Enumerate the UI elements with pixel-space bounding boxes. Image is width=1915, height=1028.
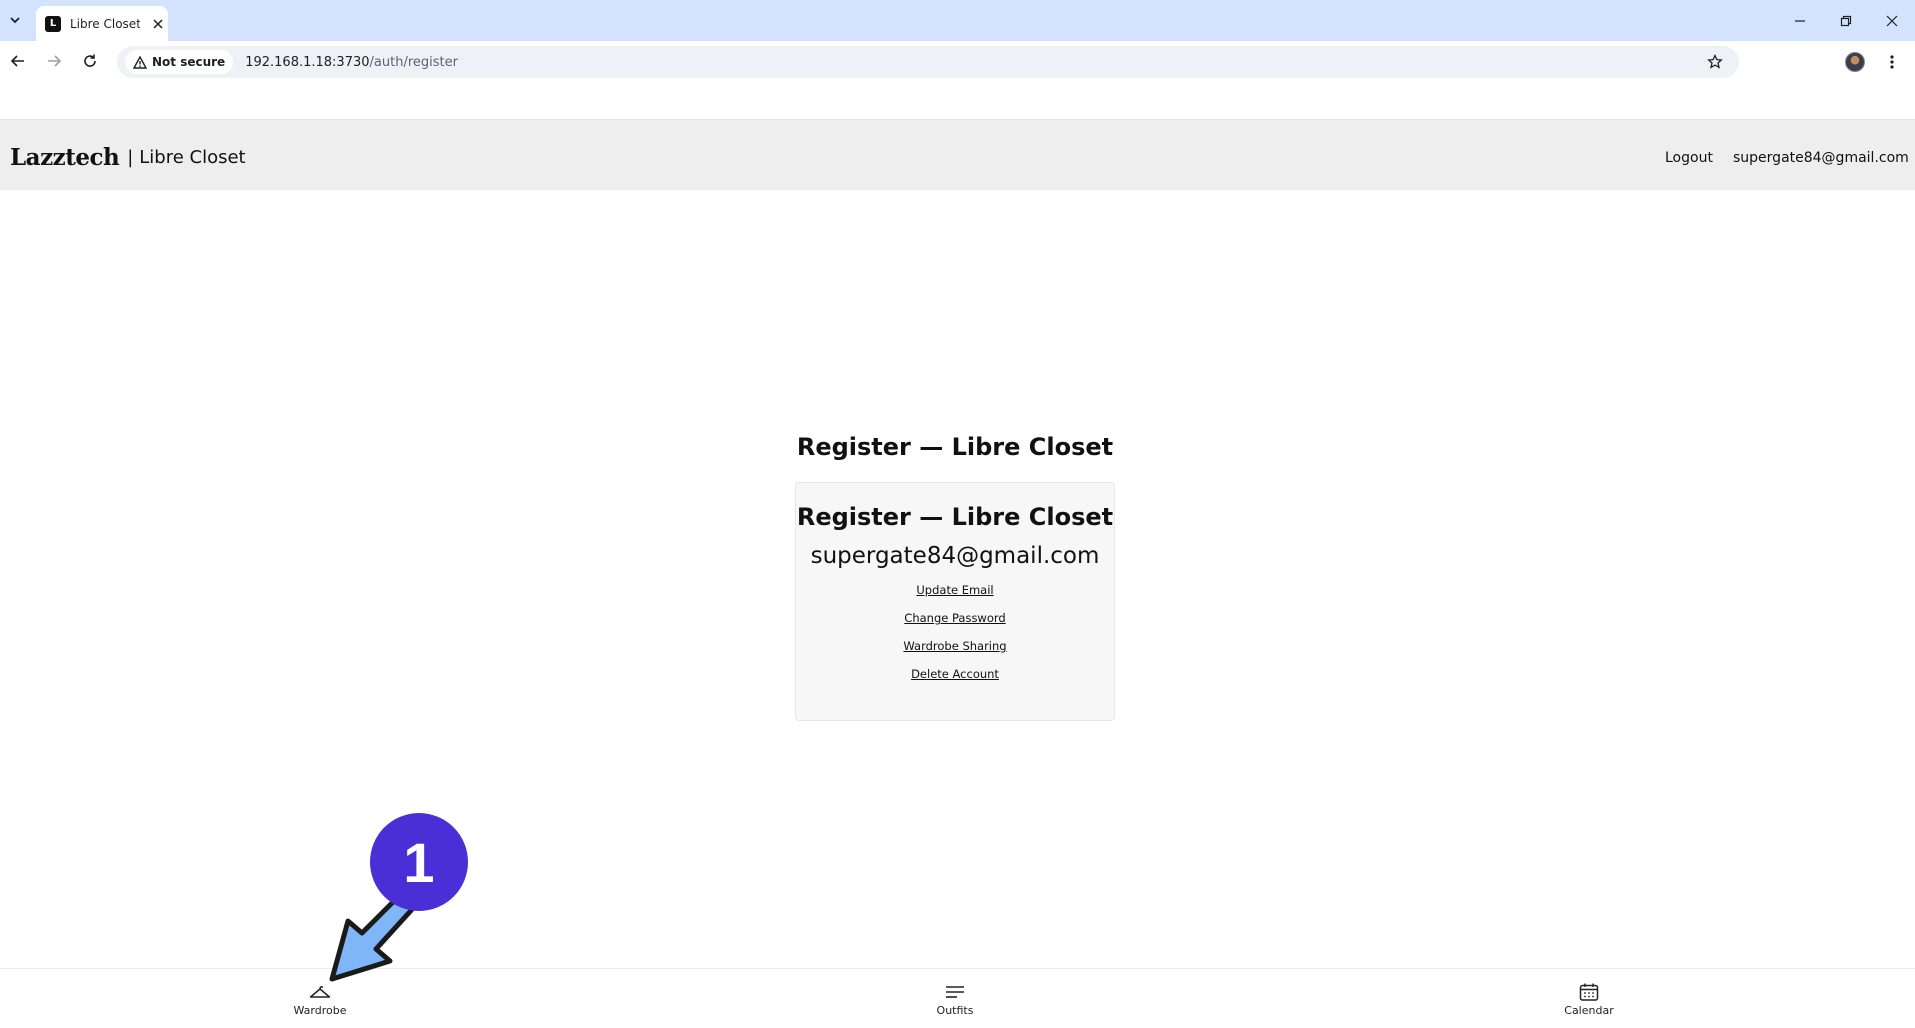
calendar-icon: [1579, 983, 1599, 1001]
nav-wardrobe[interactable]: Wardrobe: [275, 983, 365, 1017]
card-email: supergate84@gmail.com: [810, 543, 1100, 569]
logout-link[interactable]: Logout: [1665, 150, 1713, 166]
browser-menu-icon[interactable]: [1880, 49, 1904, 75]
app-header: Lazztech | Libre Closet: [0, 120, 1915, 190]
account-card: Register — Libre Closet supergate84@gmai…: [795, 482, 1115, 721]
address-bar[interactable]: Not secure 192.168.1.18:3730/auth/regist…: [117, 46, 1739, 78]
nav-calendar-label: Calendar: [1564, 1004, 1614, 1017]
brand-name: Libre Closet: [139, 147, 246, 168]
bookmark-star-icon[interactable]: [1705, 52, 1725, 72]
close-window-icon[interactable]: [1869, 0, 1915, 41]
tab-favicon-icon: L: [45, 15, 61, 32]
brand[interactable]: Lazztech | Libre Closet: [10, 144, 246, 171]
delete-account-link[interactable]: Delete Account: [796, 667, 1114, 681]
url-path: /auth/register: [369, 54, 458, 70]
wardrobe-sharing-link[interactable]: Wardrobe Sharing: [796, 639, 1114, 653]
browser-tabstrip: L Libre Closet: [0, 0, 1915, 41]
tab-close-icon[interactable]: [150, 16, 166, 32]
change-password-link[interactable]: Change Password: [796, 611, 1114, 625]
user-email-link[interactable]: supergate84@gmail.com: [1733, 150, 1909, 166]
browser-tab[interactable]: L Libre Closet: [36, 6, 168, 41]
step-badge: 1: [370, 813, 468, 911]
list-icon: [946, 986, 964, 998]
tab-title: Libre Closet: [70, 16, 140, 31]
profile-avatar[interactable]: [1845, 52, 1865, 72]
forward-arrow-icon[interactable]: [40, 47, 68, 75]
bottom-nav: Wardrobe Outfits Calendar: [0, 968, 1915, 1028]
nav-calendar[interactable]: Calendar: [1544, 983, 1634, 1017]
page-title: Register — Libre Closet: [796, 433, 1114, 461]
tab-search-chevron-icon[interactable]: [4, 8, 26, 32]
nav-outfits-label: Outfits: [936, 1004, 974, 1017]
security-chip[interactable]: Not secure: [125, 50, 234, 74]
restore-icon[interactable]: [1823, 0, 1869, 41]
hanger-icon: [309, 985, 331, 998]
warning-triangle-icon: [133, 55, 147, 69]
brand-logo: Lazztech: [10, 144, 120, 171]
minimize-icon[interactable]: [1777, 0, 1823, 41]
update-email-link[interactable]: Update Email: [796, 583, 1114, 597]
reload-icon[interactable]: [76, 47, 104, 75]
back-arrow-icon[interactable]: [4, 47, 32, 75]
security-label: Not secure: [152, 55, 226, 69]
nav-outfits[interactable]: Outfits: [910, 983, 1000, 1017]
brand-separator: |: [127, 147, 134, 168]
card-title: Register — Libre Closet: [796, 503, 1114, 531]
url-host: 192.168.1.18:3730: [245, 54, 370, 70]
url-text[interactable]: 192.168.1.18:3730/auth/register: [245, 55, 458, 70]
browser-toolbar: Not secure 192.168.1.18:3730/auth/regist…: [0, 41, 1915, 120]
nav-wardrobe-label: Wardrobe: [293, 1004, 347, 1017]
